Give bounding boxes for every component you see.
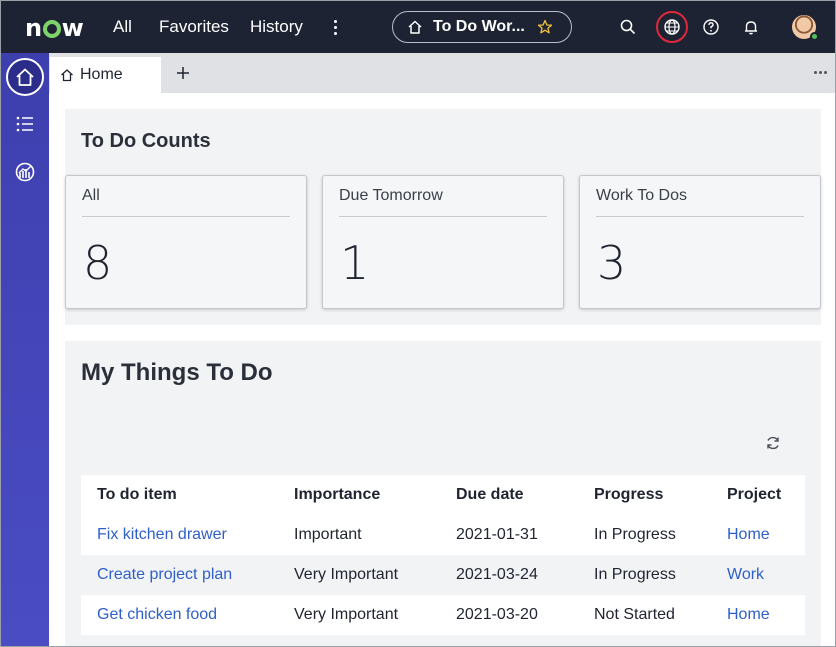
column-header[interactable]: Project	[727, 486, 781, 504]
column-header[interactable]: Due date	[456, 486, 524, 504]
sidebar-analytics-icon[interactable]	[6, 153, 44, 191]
progress-cell: Not Started	[594, 606, 675, 623]
main-content: To Do Counts All 8 Due Tomorrow 1 Work T…	[49, 93, 835, 646]
tab-bar: Home	[49, 53, 835, 93]
counts-panel-title: To Do Counts	[81, 130, 211, 152]
app-title: To Do Wor...	[433, 18, 525, 35]
todo-item-link[interactable]: Get chicken food	[97, 606, 217, 624]
app-pill[interactable]: To Do Wor...	[392, 11, 572, 43]
count-card-value: 3	[597, 236, 627, 290]
progress-cell: In Progress	[594, 566, 676, 583]
top-navigation: nw All Favorites History To Do Wor...	[1, 1, 835, 53]
progress-cell: In Progress	[594, 526, 676, 543]
refresh-icon[interactable]	[763, 433, 783, 453]
nav-all[interactable]: All	[113, 17, 132, 37]
help-icon[interactable]	[699, 15, 723, 39]
count-card-label: Due Tomorrow	[339, 187, 443, 204]
count-card-work[interactable]: Work To Dos 3	[579, 175, 821, 309]
app-window: nw All Favorites History To Do Wor... Ho…	[0, 0, 836, 647]
card-divider	[82, 216, 290, 217]
due-date-cell: 2021-03-20	[456, 606, 538, 623]
sidebar-list-icon[interactable]	[6, 105, 44, 143]
project-link[interactable]: Work	[727, 566, 764, 584]
column-header[interactable]: Importance	[294, 486, 380, 504]
due-date-cell: 2021-01-31	[456, 526, 538, 543]
card-divider	[596, 216, 804, 217]
table-row[interactable]: Create project plan Very Important 2021-…	[81, 555, 805, 595]
tab-label: Home	[80, 66, 123, 83]
count-card-label: Work To Dos	[596, 187, 687, 204]
due-date-cell: 2021-03-24	[456, 566, 538, 583]
table-header: To do item Importance Due date Progress …	[81, 475, 805, 515]
nav-favorites[interactable]: Favorites	[159, 17, 229, 37]
todo-panel: My Things To Do To do item Importance Du…	[65, 341, 821, 646]
todo-panel-title: My Things To Do	[81, 359, 273, 386]
add-tab-icon[interactable]	[173, 63, 193, 83]
user-avatar[interactable]	[792, 15, 819, 41]
online-status-dot	[810, 32, 819, 41]
star-icon[interactable]	[537, 19, 553, 35]
more-menu-icon[interactable]	[331, 15, 339, 39]
column-header[interactable]: To do item	[97, 486, 177, 504]
sidebar-home-icon[interactable]	[6, 58, 44, 96]
card-divider	[339, 216, 547, 217]
count-card-due-tomorrow[interactable]: Due Tomorrow 1	[322, 175, 564, 309]
todo-item-link[interactable]: Fix kitchen drawer	[97, 526, 227, 544]
todo-table: To do item Importance Due date Progress …	[81, 475, 805, 635]
bell-icon[interactable]	[739, 15, 763, 39]
search-icon[interactable]	[616, 15, 640, 39]
tab-home[interactable]: Home	[50, 57, 161, 93]
todo-item-link[interactable]: Create project plan	[97, 566, 232, 584]
servicenow-logo[interactable]: nw	[25, 14, 84, 42]
count-card-all[interactable]: All 8	[65, 175, 307, 309]
nav-history[interactable]: History	[250, 17, 303, 37]
counts-panel: To Do Counts All 8 Due Tomorrow 1 Work T…	[65, 109, 821, 325]
globe-icon[interactable]	[660, 15, 684, 39]
importance-cell: Very Important	[294, 606, 399, 623]
home-icon	[61, 69, 73, 82]
home-icon	[408, 20, 422, 34]
tab-overflow-icon[interactable]	[814, 71, 827, 74]
column-header[interactable]: Progress	[594, 486, 663, 504]
sidebar	[1, 53, 49, 646]
importance-cell: Important	[294, 526, 362, 543]
count-card-value: 1	[340, 236, 370, 290]
count-card-value: 8	[83, 236, 113, 290]
project-link[interactable]: Home	[727, 606, 770, 624]
table-row[interactable]: Get chicken food Very Important 2021-03-…	[81, 595, 805, 635]
table-row[interactable]: Fix kitchen drawer Important 2021-01-31 …	[81, 515, 805, 555]
importance-cell: Very Important	[294, 566, 399, 583]
count-card-label: All	[82, 187, 100, 204]
project-link[interactable]: Home	[727, 526, 770, 544]
